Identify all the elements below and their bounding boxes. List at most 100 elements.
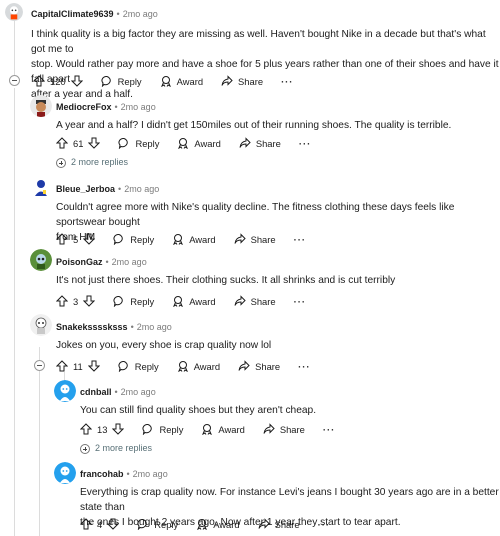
award-button[interactable]: Award — [201, 423, 245, 435]
more-options-button[interactable]: ··· — [294, 296, 306, 307]
username[interactable]: Bleue_Jerboa — [56, 184, 115, 194]
share-button[interactable]: Share — [258, 518, 300, 530]
thread-line — [14, 88, 15, 536]
downvote-icon[interactable] — [88, 137, 101, 149]
avatar[interactable] — [54, 462, 76, 484]
award-label: Award — [193, 360, 221, 372]
avatar[interactable] — [5, 3, 23, 21]
username[interactable]: Snakekssssksss — [56, 322, 128, 332]
award-button[interactable]: Award — [172, 295, 216, 307]
timestamp[interactable]: 2mo ago — [124, 184, 159, 194]
reply-label: Reply — [130, 233, 155, 245]
comment-line: I think quality is a big factor they are… — [31, 29, 486, 55]
downvote-icon[interactable] — [70, 75, 83, 87]
timestamp[interactable]: 2mo ago — [121, 387, 156, 397]
award-button[interactable]: Award — [177, 360, 220, 372]
timestamp[interactable]: 2mo ago — [123, 9, 158, 19]
thread-line — [14, 14, 15, 80]
more-options-button[interactable]: ··· — [294, 234, 306, 245]
separator-dot: • — [130, 322, 134, 332]
separator-dot: • — [114, 102, 118, 112]
award-label: Award — [194, 137, 221, 149]
timestamp[interactable]: 2mo ago — [137, 322, 172, 332]
avatar[interactable] — [30, 95, 52, 117]
collapse-thread-button[interactable] — [34, 360, 45, 371]
comment-header: Snakekssssksss • 2mo ago — [56, 319, 172, 335]
username[interactable]: CapitalClimate9639 — [31, 9, 114, 19]
comment-actions: 120 Reply Award Share ··· — [33, 73, 293, 89]
upvote-icon[interactable] — [80, 518, 92, 530]
award-icon — [178, 138, 189, 149]
upvote-icon[interactable] — [56, 233, 68, 245]
reply-label: Reply — [159, 423, 184, 435]
collapse-thread-button[interactable] — [9, 75, 20, 86]
share-label: Share — [250, 295, 276, 307]
upvote-icon[interactable] — [56, 137, 68, 149]
downvote-icon[interactable] — [87, 360, 100, 372]
reply-button[interactable]: Reply — [113, 233, 154, 245]
share-label: Share — [279, 423, 305, 435]
comment-body: A year and a half? I didn't get 150miles… — [56, 118, 451, 133]
award-button[interactable]: Award — [177, 137, 221, 149]
share-button[interactable]: Share — [234, 295, 276, 307]
share-button[interactable]: Share — [234, 233, 276, 245]
comment-line: Couldn't agree more with Nike's quality … — [56, 202, 455, 228]
reply-button[interactable]: Reply — [118, 137, 159, 149]
share-label: Share — [255, 360, 281, 372]
comment-actions: 4 Reply Award Share ··· — [80, 516, 330, 532]
upvote-icon[interactable] — [56, 360, 68, 372]
username[interactable]: MediocreFox — [56, 102, 112, 112]
award-button[interactable]: Award — [172, 233, 216, 245]
username[interactable]: PoisonGaz — [56, 257, 103, 267]
comment-header: PoisonGaz • 2mo ago — [56, 254, 147, 270]
expand-replies-icon[interactable] — [56, 158, 66, 168]
share-button[interactable]: Share — [263, 423, 305, 435]
award-icon — [202, 424, 213, 435]
upvote-icon[interactable] — [56, 295, 68, 307]
avatar[interactable] — [30, 249, 52, 271]
username[interactable]: francohab — [80, 469, 124, 479]
comment-line: It's not just there shoes. Their clothin… — [56, 275, 396, 286]
more-options-button[interactable]: ··· — [298, 361, 310, 372]
avatar[interactable] — [54, 380, 76, 402]
username[interactable]: cdnball — [80, 387, 112, 397]
more-options-button[interactable]: ··· — [281, 76, 293, 87]
comment-actions: 3 Reply Award Share ··· — [56, 293, 306, 309]
more-options-button[interactable]: ··· — [318, 519, 330, 530]
share-label: Share — [255, 137, 281, 149]
timestamp[interactable]: 2mo ago — [112, 257, 147, 267]
reply-button[interactable]: Reply — [142, 423, 183, 435]
share-button[interactable]: Share — [221, 75, 263, 87]
timestamp[interactable]: 2mo ago — [133, 469, 168, 479]
downvote-icon[interactable] — [112, 423, 125, 435]
reply-button[interactable]: Reply — [113, 295, 154, 307]
comment-body: Jokes on you, every shoe is crap quality… — [56, 338, 271, 353]
downvote-icon[interactable] — [83, 233, 96, 245]
avatar[interactable] — [30, 176, 52, 198]
more-options-button[interactable]: ··· — [299, 138, 311, 149]
share-button[interactable]: Share — [238, 360, 280, 372]
more-replies-link[interactable]: 2 more replies — [95, 443, 152, 453]
more-replies-link[interactable]: 2 more replies — [71, 157, 128, 167]
vote-count: 61 — [73, 137, 84, 149]
reply-button[interactable]: Reply — [137, 518, 178, 530]
share-icon — [234, 295, 246, 306]
award-button[interactable]: Award — [160, 75, 203, 87]
more-options-button[interactable]: ··· — [323, 424, 335, 435]
upvote-icon[interactable] — [80, 423, 92, 435]
downvote-icon[interactable] — [83, 295, 96, 307]
avatar[interactable] — [30, 314, 52, 336]
comment-header: MediocreFox • 2mo ago — [56, 99, 156, 115]
downvote-icon[interactable] — [107, 518, 120, 530]
share-button[interactable]: Share — [239, 137, 281, 149]
award-label: Award — [213, 518, 240, 530]
expand-replies-icon[interactable] — [80, 444, 90, 454]
reply-label: Reply — [117, 75, 142, 87]
upvote-icon[interactable] — [33, 75, 45, 87]
comment-actions: 5 Reply Award Share ··· — [56, 231, 306, 247]
timestamp[interactable]: 2mo ago — [121, 102, 156, 112]
vote-count: 4 — [97, 518, 103, 530]
reply-button[interactable]: Reply — [118, 360, 159, 372]
award-button[interactable]: Award — [196, 518, 240, 530]
reply-button[interactable]: Reply — [101, 75, 142, 87]
